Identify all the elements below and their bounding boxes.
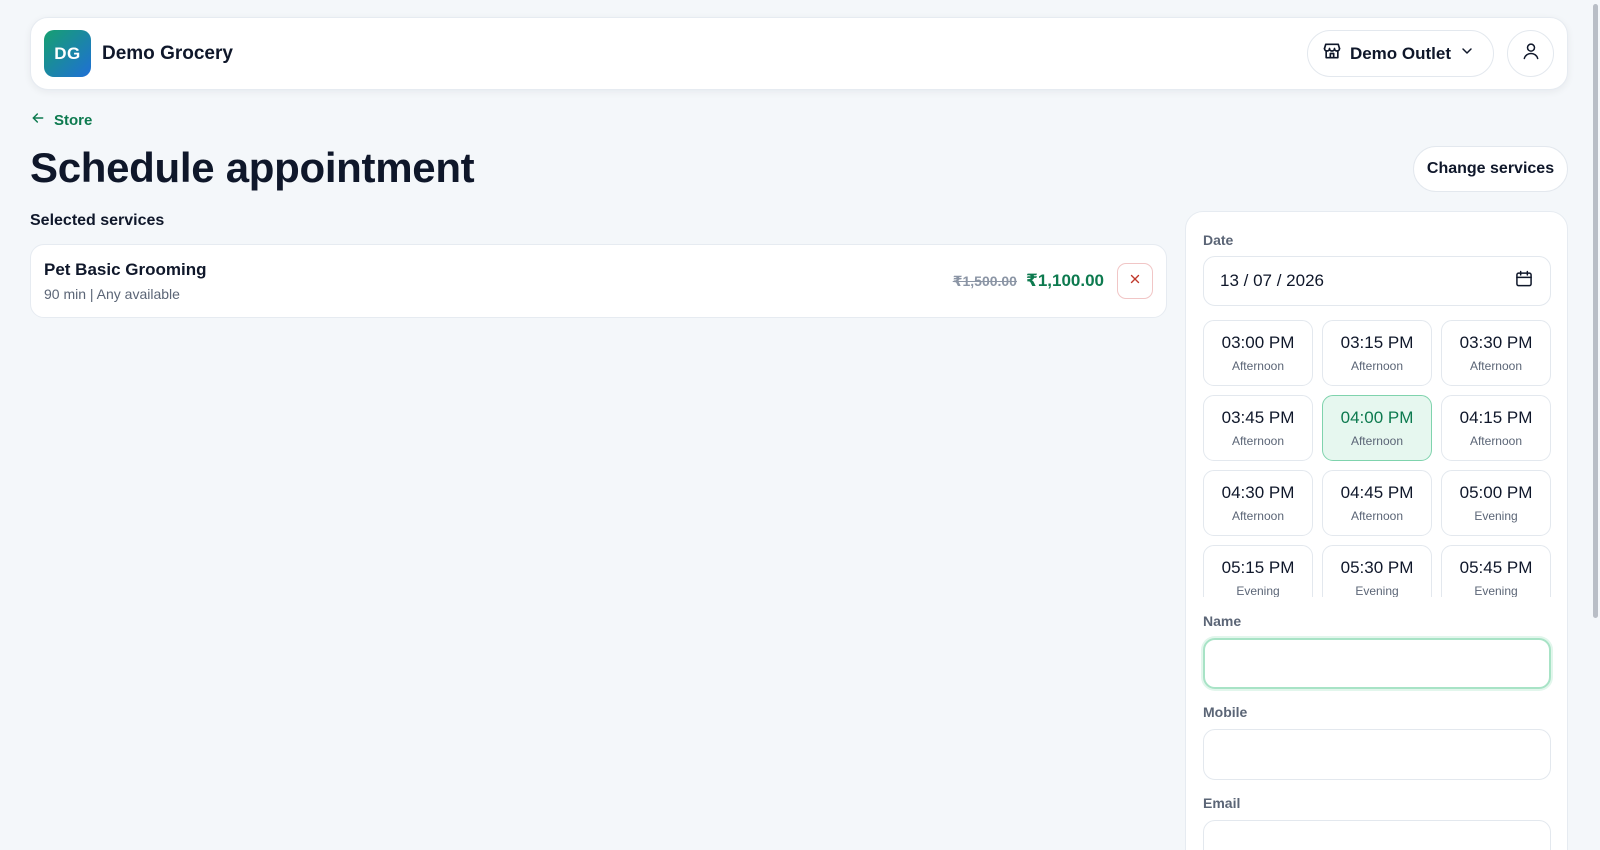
- back-link-label: Store: [54, 111, 93, 129]
- remove-service-button[interactable]: [1117, 263, 1153, 299]
- email-input[interactable]: [1203, 820, 1551, 850]
- time-slot[interactable]: 05:45 PM Evening: [1441, 545, 1551, 597]
- time-slot-time: 04:00 PM: [1340, 408, 1414, 427]
- time-slot-period: Afternoon: [1469, 434, 1523, 448]
- mobile-label: Mobile: [1203, 704, 1248, 720]
- chevron-down-icon: [1459, 43, 1475, 64]
- store-icon: [1322, 41, 1342, 66]
- time-slot-period: Afternoon: [1350, 359, 1404, 373]
- account-button[interactable]: [1507, 30, 1554, 77]
- date-input[interactable]: 13 / 07 / 2026: [1203, 256, 1551, 306]
- time-slot-period: Evening: [1474, 509, 1518, 523]
- time-slot-period: Afternoon: [1231, 509, 1285, 523]
- current-price: ₹1,100.00: [1025, 271, 1104, 290]
- time-slot[interactable]: 05:00 PM Evening: [1441, 470, 1551, 536]
- time-slot[interactable]: 05:30 PM Evening: [1322, 545, 1432, 597]
- service-item: Pet Basic Grooming 90 min | Any availabl…: [30, 244, 1167, 318]
- time-slot-period: Afternoon: [1231, 434, 1285, 448]
- outlet-selector-button[interactable]: Demo Outlet: [1306, 30, 1494, 77]
- time-slot-time: 04:30 PM: [1221, 483, 1295, 502]
- time-slots-grid: 03:00 PM Afternoon 03:15 PM Afternoon 03:30 …: [1203, 320, 1551, 597]
- time-slot[interactable]: 05:15 PM Evening: [1203, 545, 1313, 597]
- back-to-store-link[interactable]: Store: [30, 110, 92, 130]
- time-slot-period: Afternoon: [1350, 434, 1404, 448]
- service-info: Pet Basic Grooming 90 min | Any availabl…: [44, 260, 953, 302]
- service-meta: 90 min | Any available: [44, 286, 180, 302]
- page: DG Demo Grocery Demo Outlet Store Schedu…: [0, 0, 1600, 850]
- selected-services-heading: Selected services: [30, 212, 165, 229]
- time-slot[interactable]: 04:00 PM Afternoon: [1322, 395, 1432, 461]
- logo-initials: DG: [54, 43, 81, 63]
- time-slot[interactable]: 03:30 PM Afternoon: [1441, 320, 1551, 386]
- change-services-button[interactable]: Change services: [1413, 146, 1568, 192]
- outlet-label: Demo Outlet: [1349, 43, 1451, 63]
- calendar-icon[interactable]: [1514, 269, 1534, 294]
- time-slot-period: Evening: [1236, 584, 1280, 597]
- time-slot[interactable]: 03:15 PM Afternoon: [1322, 320, 1432, 386]
- service-name: Pet Basic Grooming: [44, 260, 207, 279]
- name-label: Name: [1203, 613, 1242, 629]
- date-label: Date: [1203, 232, 1234, 248]
- brand-name[interactable]: Demo Grocery: [102, 43, 233, 65]
- close-icon: [1128, 272, 1142, 291]
- brand-logo[interactable]: DG: [44, 30, 91, 77]
- time-slot-period: Afternoon: [1231, 359, 1285, 373]
- time-slot-time: 05:00 PM: [1459, 483, 1533, 502]
- time-slot-time: 04:45 PM: [1340, 483, 1414, 502]
- arrow-left-icon: [30, 110, 46, 130]
- time-slot-period: Afternoon: [1469, 359, 1523, 373]
- page-title: Schedule appointment: [30, 144, 475, 191]
- time-slot[interactable]: 04:30 PM Afternoon: [1203, 470, 1313, 536]
- date-value: 13 / 07 / 2026: [1220, 271, 1324, 290]
- page-scrollbar-thumb[interactable]: [1593, 4, 1598, 618]
- time-slot[interactable]: 03:45 PM Afternoon: [1203, 395, 1313, 461]
- time-slots-scroll[interactable]: 03:00 PM Afternoon 03:15 PM Afternoon 03:30 …: [1203, 320, 1551, 597]
- time-slot-time: 03:45 PM: [1221, 408, 1295, 427]
- time-slot[interactable]: 04:15 PM Afternoon: [1441, 395, 1551, 461]
- top-header: DG Demo Grocery Demo Outlet: [30, 17, 1568, 90]
- time-slot-time: 03:15 PM: [1340, 333, 1414, 352]
- mobile-input[interactable]: [1203, 729, 1551, 780]
- name-input[interactable]: [1203, 638, 1551, 689]
- time-slot-period: Evening: [1474, 584, 1518, 597]
- time-slot[interactable]: 04:45 PM Afternoon: [1322, 470, 1432, 536]
- time-slot[interactable]: 03:00 PM Afternoon: [1203, 320, 1313, 386]
- booking-panel: Date 13 / 07 / 2026 03:00 PM Afternoon 03:…: [1185, 211, 1568, 850]
- time-slot-time: 05:15 PM: [1221, 558, 1295, 577]
- user-icon: [1521, 41, 1541, 66]
- email-label: Email: [1203, 795, 1241, 811]
- time-slot-period: Evening: [1355, 584, 1399, 597]
- time-slot-time: 05:30 PM: [1340, 558, 1414, 577]
- time-slot-time: 05:45 PM: [1459, 558, 1533, 577]
- time-slot-time: 03:00 PM: [1221, 333, 1295, 352]
- time-slot-period: Afternoon: [1350, 509, 1404, 523]
- original-price: ₹1,500.00: [952, 272, 1017, 289]
- time-slot-time: 03:30 PM: [1459, 333, 1533, 352]
- time-slot-time: 04:15 PM: [1459, 408, 1533, 427]
